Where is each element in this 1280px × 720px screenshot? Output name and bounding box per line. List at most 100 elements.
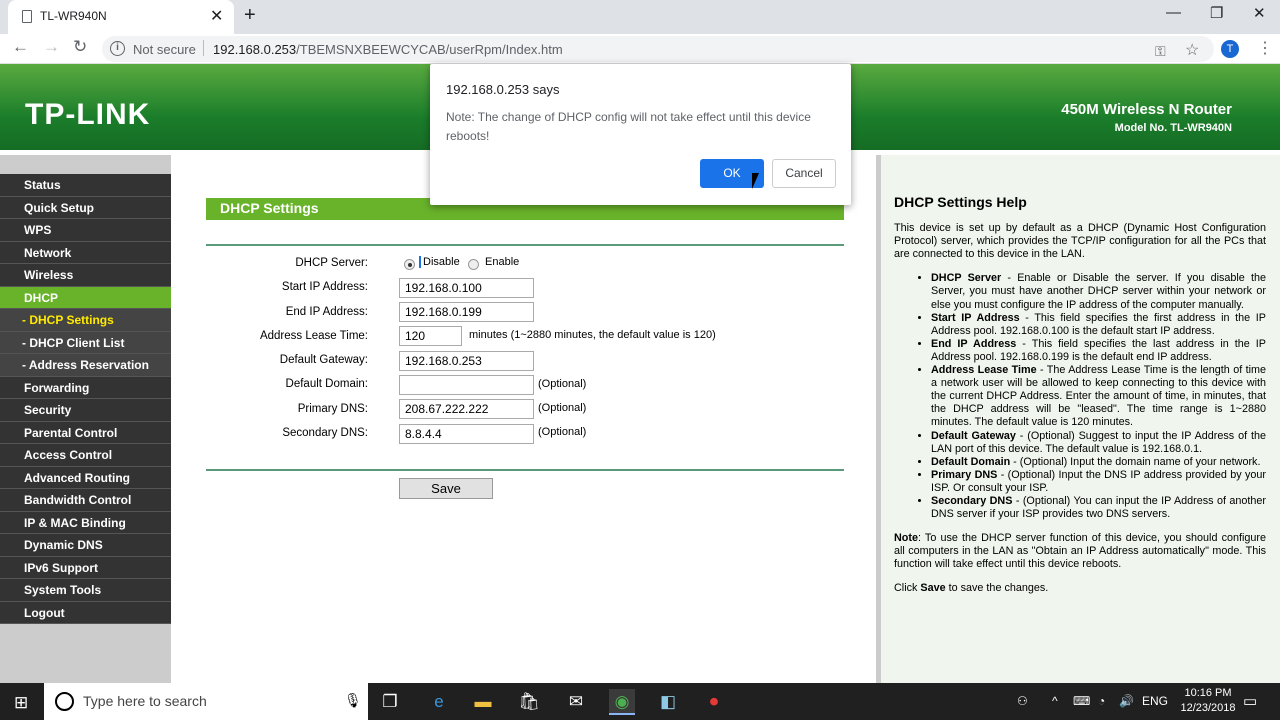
- gateway-input[interactable]: 192.168.0.253: [399, 351, 534, 371]
- sidebar-item[interactable]: Parental Control: [0, 421, 171, 444]
- recorder-icon[interactable]: ⏺: [701, 689, 727, 715]
- system-clock[interactable]: 10:16 PM 12/23/2018: [1180, 686, 1236, 716]
- clock-time: 10:16 PM: [1184, 687, 1232, 699]
- primary-dns-input[interactable]: 208.67.222.222: [399, 399, 534, 419]
- microphone-icon[interactable]: 🎙: [344, 692, 362, 709]
- end-ip-input[interactable]: 192.168.0.199: [399, 302, 534, 322]
- star-icon[interactable]: ☆: [1185, 40, 1199, 60]
- secondary-dns-input[interactable]: 8.8.4.4: [399, 424, 534, 444]
- keyboard-icon[interactable]: ⌨: [1073, 694, 1090, 708]
- help-click-save: Click Save to save the changes.: [894, 582, 1266, 595]
- help-note-text: : To use the DHCP server function of thi…: [894, 532, 1266, 571]
- help-click-save-word: Save: [920, 582, 946, 595]
- domain-optional: (Optional): [538, 378, 587, 390]
- notification-icon[interactable]: ▭: [1243, 692, 1257, 710]
- address-bar[interactable]: i Not secure 192.168.0.253/TBEMSNXBEEWCY…: [102, 36, 1214, 62]
- domain-input[interactable]: [399, 375, 534, 395]
- sidebar-item[interactable]: Security: [0, 399, 171, 422]
- help-list-item: DHCP Server - Enable or Disable the serv…: [931, 272, 1266, 311]
- primary-dns-label: Primary DNS:: [297, 403, 368, 415]
- help-list-item: Primary DNS - (Optional) Input the DNS I…: [931, 469, 1266, 495]
- help-note: Note: To use the DHCP server function of…: [894, 532, 1266, 571]
- forward-icon[interactable]: →: [43, 37, 60, 57]
- sidebar-item[interactable]: IPv6 Support: [0, 556, 171, 579]
- sidebar-item[interactable]: IP & MAC Binding: [0, 511, 171, 534]
- disable-radio[interactable]: [404, 259, 415, 270]
- sidebar-item[interactable]: Advanced Routing: [0, 466, 171, 489]
- sidebar-item[interactable]: Wireless: [0, 264, 171, 287]
- tab-strip: TL-WR940N ✕ + — ❐ ✕: [0, 0, 1280, 34]
- bottom-rule: [206, 469, 844, 471]
- sidebar-item[interactable]: - DHCP Settings: [0, 309, 171, 332]
- domain-label: Default Domain:: [285, 378, 368, 390]
- cancel-button[interactable]: Cancel: [772, 159, 836, 188]
- cortana-icon: [55, 692, 74, 711]
- close-tab-icon[interactable]: ✕: [210, 6, 223, 26]
- top-rule: [206, 244, 844, 246]
- sidebar-item[interactable]: Access Control: [0, 444, 171, 467]
- minimize-icon[interactable]: —: [1166, 4, 1181, 21]
- help-list-item: Start IP Address - This field specifies …: [931, 312, 1266, 338]
- back-icon[interactable]: ←: [12, 37, 29, 57]
- restore-icon[interactable]: ❐: [1210, 4, 1223, 22]
- main-pane: [176, 155, 876, 683]
- sidebar-item[interactable]: WPS: [0, 219, 171, 242]
- clock-date: 12/23/2018: [1180, 702, 1236, 714]
- url-text[interactable]: 192.168.0.253/TBEMSNXBEEWCYCAB/userRpm/I…: [213, 42, 563, 57]
- key-icon[interactable]: ⚿: [1155, 43, 1166, 60]
- help-term: End IP Address: [931, 337, 1017, 350]
- secondary-dns-label: Secondary DNS:: [282, 427, 368, 439]
- sidebar-item[interactable]: Network: [0, 241, 171, 264]
- dhcp-server-label: DHCP Server:: [295, 257, 368, 269]
- reload-icon[interactable]: ↻: [73, 37, 87, 57]
- tab-title: TL-WR940N: [40, 9, 107, 23]
- network-icon[interactable]: ◔: [1098, 694, 1105, 708]
- new-tab-icon[interactable]: +: [244, 4, 256, 27]
- sidebar-item[interactable]: Bandwidth Control: [0, 489, 171, 512]
- volume-icon[interactable]: 🔊: [1119, 694, 1134, 708]
- start-ip-input[interactable]: 192.168.0.100: [399, 278, 534, 298]
- sidebar-item[interactable]: Dynamic DNS: [0, 534, 171, 557]
- chevron-up-icon[interactable]: ^: [1052, 694, 1058, 708]
- sidebar-item[interactable]: Logout: [0, 601, 171, 624]
- app-icon[interactable]: ◧: [655, 689, 681, 715]
- chrome-icon[interactable]: ◉: [609, 689, 635, 715]
- taskbar-search[interactable]: Type here to search 🎙: [44, 683, 368, 720]
- language-indicator[interactable]: ENG: [1142, 694, 1168, 708]
- mail-icon[interactable]: ✉: [563, 689, 589, 715]
- primary-dns-optional: (Optional): [538, 402, 587, 414]
- save-button[interactable]: Save: [399, 478, 493, 499]
- end-ip-label: End IP Address:: [285, 306, 368, 318]
- enable-radio[interactable]: [468, 259, 479, 270]
- sidebar-item[interactable]: DHCP: [0, 286, 171, 309]
- menu-dots-icon[interactable]: ⋮: [1257, 38, 1273, 58]
- sidebar-item[interactable]: Status: [0, 174, 171, 197]
- sidebar-item[interactable]: Quick Setup: [0, 196, 171, 219]
- lease-time-input[interactable]: 120: [399, 326, 462, 346]
- windows-start-icon[interactable]: ⊞: [14, 693, 28, 713]
- task-view-icon[interactable]: ❐: [377, 689, 403, 715]
- windows-taskbar: ⊞ Type here to search 🎙 ❐ e ▬ 🛍 ✉ ◉ ◧ ⏺ …: [0, 683, 1280, 720]
- lease-time-note: minutes (1~2880 minutes, the default val…: [469, 329, 716, 341]
- file-explorer-icon[interactable]: ▬: [470, 689, 496, 715]
- browser-tab[interactable]: TL-WR940N ✕: [8, 0, 234, 34]
- sidebar-item[interactable]: System Tools: [0, 579, 171, 602]
- profile-avatar[interactable]: T: [1221, 40, 1239, 58]
- help-click: Click: [894, 582, 921, 595]
- help-term: Address Lease Time: [931, 364, 1037, 377]
- separator: [203, 40, 204, 56]
- secondary-dns-optional: (Optional): [538, 426, 587, 438]
- info-icon[interactable]: i: [110, 41, 125, 56]
- search-placeholder: Type here to search: [83, 693, 207, 709]
- dialog-message: Note: The change of DHCP config will not…: [446, 110, 811, 143]
- people-icon[interactable]: ⚇: [1017, 694, 1028, 708]
- edge-icon[interactable]: e: [426, 689, 452, 715]
- product-name: 450M Wireless N Router: [1061, 101, 1232, 118]
- sidebar-item[interactable]: - DHCP Client List: [0, 331, 171, 354]
- store-icon[interactable]: 🛍: [516, 689, 542, 715]
- sidebar-item[interactable]: Forwarding: [0, 376, 171, 399]
- help-list-item: Secondary DNS - (Optional) You can input…: [931, 495, 1266, 521]
- close-window-icon[interactable]: ✕: [1253, 4, 1266, 22]
- help-list-item: Default Gateway - (Optional) Suggest to …: [931, 430, 1266, 456]
- sidebar-item[interactable]: - Address Reservation: [0, 354, 171, 377]
